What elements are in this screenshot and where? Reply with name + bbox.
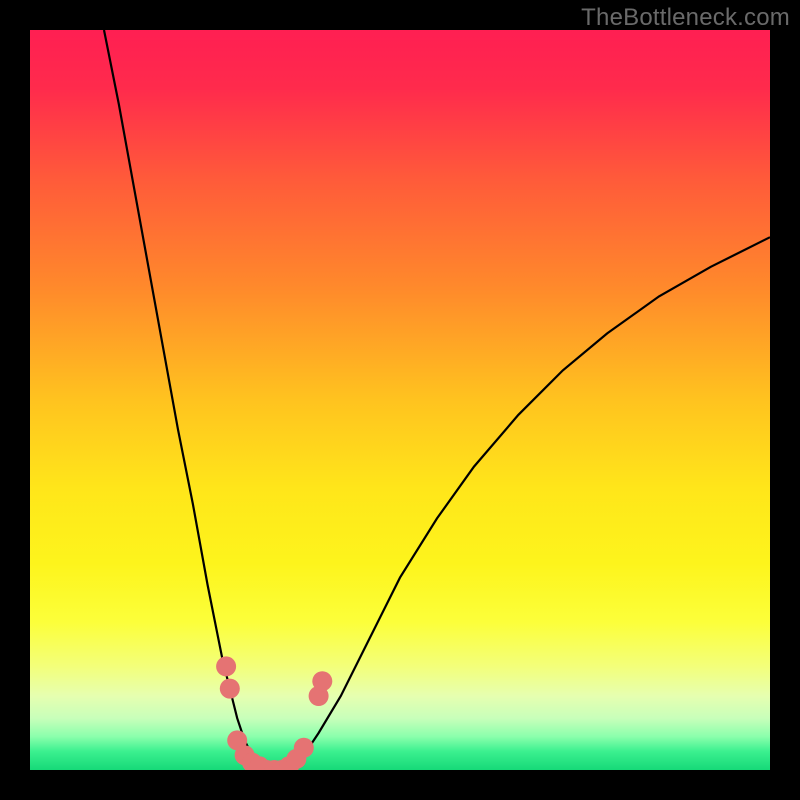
highlight-dot — [312, 671, 332, 691]
gradient-background — [30, 30, 770, 770]
watermark-text: TheBottleneck.com — [581, 4, 790, 32]
chart-frame: TheBottleneck.com — [0, 0, 800, 800]
highlight-dot — [294, 738, 314, 758]
plot-area — [30, 30, 770, 770]
chart-svg — [30, 30, 770, 770]
highlight-dot — [216, 656, 236, 676]
highlight-dot — [220, 679, 240, 699]
